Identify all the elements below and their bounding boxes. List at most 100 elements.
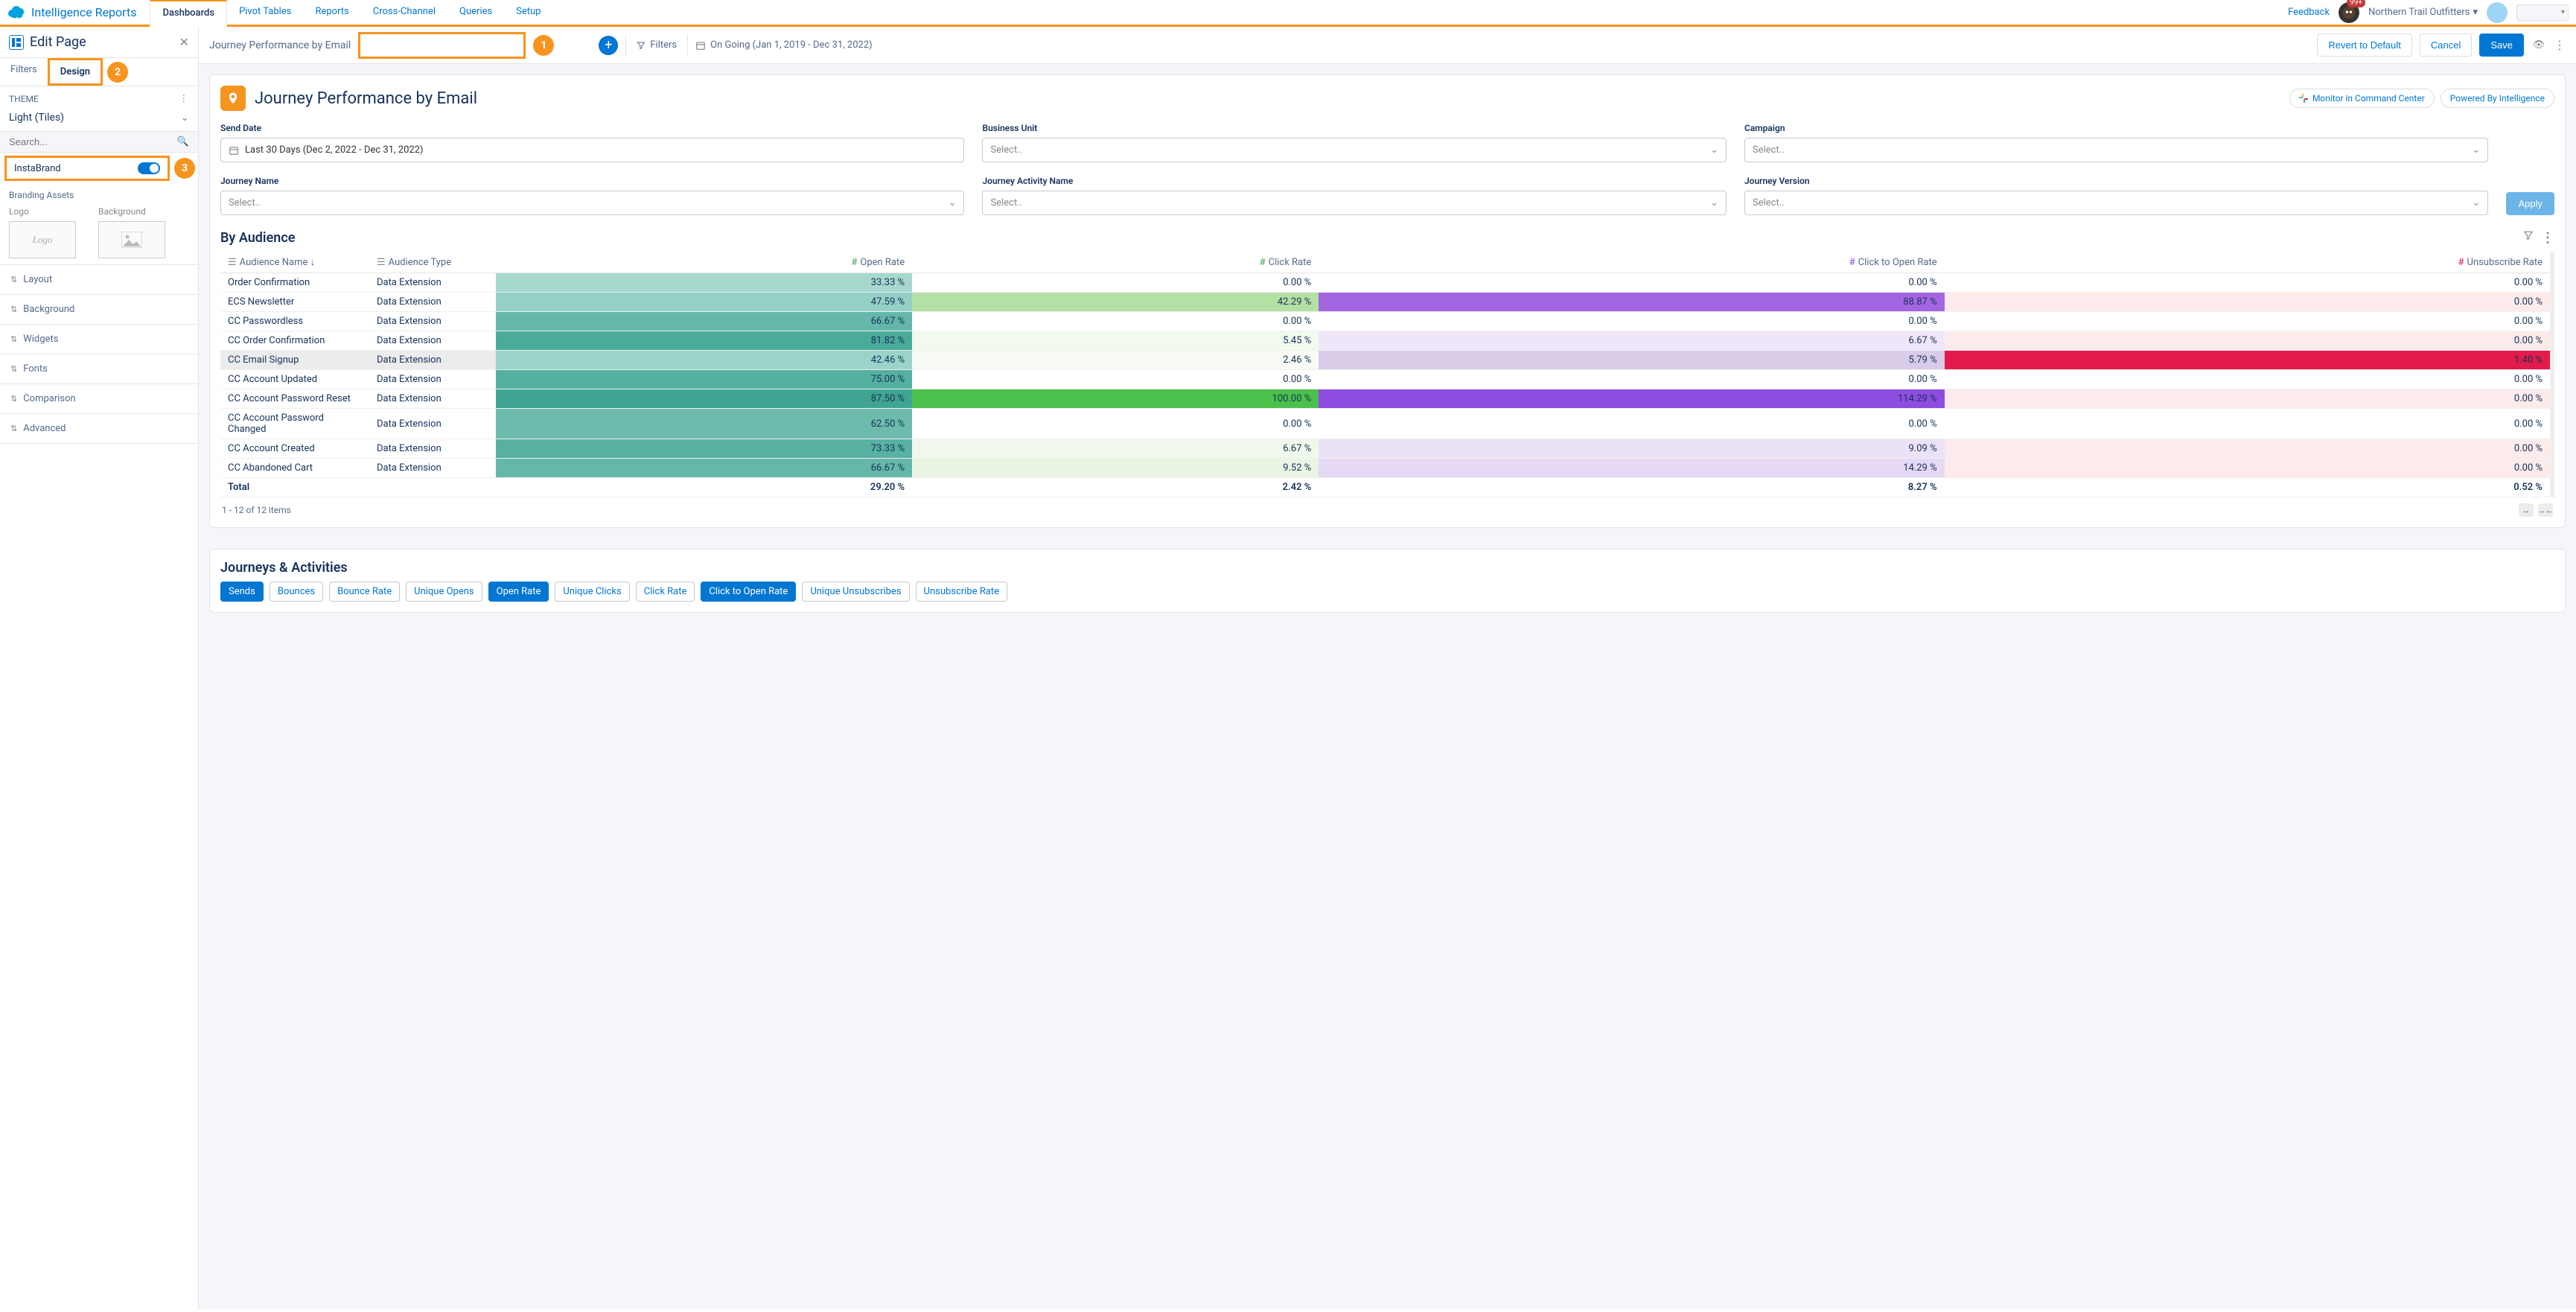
sidebar-tab-design[interactable]: Design bbox=[48, 58, 103, 86]
journey-name-select[interactable]: Select..⌄ bbox=[220, 191, 964, 215]
table-row[interactable]: CC PasswordlessData Extension66.67 %0.00… bbox=[220, 312, 2550, 331]
journey-icon bbox=[220, 86, 246, 111]
date-range-display[interactable]: On Going (Jan 1, 2019 - Dec 31, 2022) bbox=[695, 39, 873, 51]
chip-bounce-rate[interactable]: Bounce Rate bbox=[329, 582, 400, 602]
top-nav: Intelligence Reports Dashboards Pivot Ta… bbox=[0, 0, 2576, 27]
chip-sends[interactable]: Sends bbox=[220, 582, 264, 602]
chevron-updown-icon: ⇅ bbox=[10, 394, 17, 404]
table-scrollbar[interactable] bbox=[2550, 252, 2554, 497]
notification-badge: 99+ bbox=[2347, 0, 2365, 7]
chevron-updown-icon: ⇅ bbox=[10, 334, 17, 344]
page-title-input[interactable] bbox=[358, 32, 526, 59]
table-row[interactable]: CC Account Password ResetData Extension8… bbox=[220, 389, 2550, 409]
nav-tab-dashboards[interactable]: Dashboards bbox=[150, 0, 227, 27]
theme-select[interactable]: Light (Tiles) ⌄ bbox=[0, 109, 198, 131]
table-row[interactable]: CC Order ConfirmationData Extension81.82… bbox=[220, 331, 2550, 351]
business-unit-select[interactable]: Select..⌄ bbox=[982, 138, 1726, 162]
nav-tabs: Dashboards Pivot Tables Reports Cross-Ch… bbox=[150, 0, 2288, 25]
chip-unique-opens[interactable]: Unique Opens bbox=[406, 582, 482, 602]
sidebar-header: Edit Page ✕ bbox=[0, 27, 198, 58]
field-journey-version: Journey Version Select..⌄ bbox=[1744, 176, 2488, 215]
chip-click-to-open-rate[interactable]: Click to Open Rate bbox=[701, 582, 796, 602]
preview-icon[interactable]: 👁 bbox=[2531, 39, 2546, 51]
chip-click-rate[interactable]: Click Rate bbox=[636, 582, 695, 602]
table-row[interactable]: CC Account Password ChangedData Extensio… bbox=[220, 409, 2550, 439]
apply-button[interactable]: Apply bbox=[2506, 192, 2554, 215]
save-button[interactable]: Save bbox=[2479, 34, 2524, 57]
campaign-select[interactable]: Select..⌄ bbox=[1744, 138, 2488, 162]
send-date-input[interactable]: Last 30 Days (Dec 2, 2022 - Dec 31, 2022… bbox=[220, 138, 964, 162]
theme-menu-icon[interactable]: ⋯ bbox=[179, 94, 189, 104]
logo-upload[interactable]: Logo bbox=[9, 221, 76, 258]
filters-button[interactable]: Filters bbox=[634, 39, 680, 51]
chip-open-rate[interactable]: Open Rate bbox=[488, 582, 549, 602]
cancel-button[interactable]: Cancel bbox=[2420, 34, 2472, 57]
table-row[interactable]: Order ConfirmationData Extension33.33 %0… bbox=[220, 273, 2550, 293]
callout-1: 1 bbox=[533, 35, 554, 56]
chip-unsubscribe-rate[interactable]: Unsubscribe Rate bbox=[916, 582, 1008, 602]
table-row[interactable]: CC Account UpdatedData Extension75.00 %0… bbox=[220, 370, 2550, 389]
sidebar-search-input[interactable] bbox=[9, 136, 177, 147]
content: Journey Performance by Email 1 + Filters… bbox=[199, 27, 2576, 1310]
caret-down-icon: ▾ bbox=[2561, 8, 2565, 16]
filter-grid: Send Date Last 30 Days (Dec 2, 2022 - De… bbox=[220, 123, 2554, 215]
user-avatar[interactable] bbox=[2487, 2, 2508, 23]
instabrand-toggle[interactable] bbox=[138, 162, 160, 174]
revert-button[interactable]: Revert to Default bbox=[2317, 34, 2412, 57]
nav-tab-pivot[interactable]: Pivot Tables bbox=[227, 0, 303, 25]
accordion-item-advanced[interactable]: ⇅Advanced bbox=[0, 414, 198, 444]
journeys-card: Journeys & Activities Sends Bounces Bounce… bbox=[209, 549, 2566, 613]
close-sidebar-icon[interactable]: ✕ bbox=[179, 35, 189, 49]
journey-activity-select[interactable]: Select..⌄ bbox=[982, 191, 1726, 215]
org-switcher[interactable]: Northern Trail Outfitters ▾ bbox=[2368, 7, 2478, 18]
accordion-item-widgets[interactable]: ⇅Widgets bbox=[0, 325, 198, 354]
mascot-avatar[interactable]: 99+ bbox=[2339, 2, 2359, 23]
chip-unique-clicks[interactable]: Unique Clicks bbox=[555, 582, 629, 602]
accordion-item-fonts[interactable]: ⇅Fonts bbox=[0, 354, 198, 384]
chevron-down-icon: ⌄ bbox=[949, 197, 957, 208]
table-row[interactable]: CC Account CreatedData Extension73.33 %6… bbox=[220, 439, 2550, 459]
table-total-row: Total 29.20 % 2.42 % 8.27 % 0.52 % bbox=[220, 478, 2550, 497]
chip-bounces[interactable]: Bounces bbox=[270, 582, 323, 602]
powered-pill[interactable]: Powered By Intelligence bbox=[2440, 89, 2554, 108]
accordion-item-comparison[interactable]: ⇅Comparison bbox=[0, 384, 198, 414]
calendar-icon bbox=[229, 145, 239, 156]
search-icon: 🔍 bbox=[177, 136, 189, 147]
chevron-updown-icon: ⇅ bbox=[10, 364, 17, 374]
background-upload[interactable] bbox=[98, 221, 165, 258]
pager-next-icon[interactable]: →← bbox=[2538, 503, 2553, 517]
logo-label: Logo bbox=[9, 206, 76, 217]
filter-icon[interactable] bbox=[2523, 230, 2534, 241]
sort-down-icon[interactable]: ↓ bbox=[310, 257, 316, 268]
audience-menu-icon[interactable]: ⋮ bbox=[2541, 230, 2554, 246]
nav-tab-queries[interactable]: Queries bbox=[447, 0, 504, 25]
journeys-title: Journeys & Activities bbox=[220, 560, 2554, 576]
accordion-item-background[interactable]: ⇅Background bbox=[0, 295, 198, 325]
pager-expand-icon[interactable]: ↔ bbox=[2519, 503, 2534, 517]
number-column-icon: # bbox=[1260, 257, 1266, 268]
monitor-pill[interactable]: Monitor in Command Center bbox=[2289, 89, 2435, 108]
chip-unique-unsubscribes[interactable]: Unique Unsubscribes bbox=[802, 582, 909, 602]
pager-text: 1 - 12 of 12 items bbox=[222, 505, 291, 515]
accordion-item-layout[interactable]: ⇅Layout bbox=[0, 265, 198, 295]
nav-tab-cross[interactable]: Cross-Channel bbox=[361, 0, 447, 25]
nav-tab-reports[interactable]: Reports bbox=[303, 0, 360, 25]
user-menu[interactable]: ▾ bbox=[2516, 4, 2569, 21]
sidebar-tab-filters[interactable]: Filters bbox=[0, 58, 48, 86]
page-title-row: Journey Performance by Email Monitor in … bbox=[220, 86, 2554, 111]
journey-version-select[interactable]: Select..⌄ bbox=[1744, 191, 2488, 215]
table-row[interactable]: CC Email SignupData Extension42.46 %2.46… bbox=[220, 351, 2550, 370]
nav-right: Feedback 99+ Northern Trail Outfitters ▾… bbox=[2288, 2, 2569, 23]
audience-table: ☰Audience Name ↓ ☰Audience Type #Open Ra… bbox=[220, 252, 2550, 497]
table-row[interactable]: CC Abandoned CartData Extension66.67 %9.… bbox=[220, 459, 2550, 478]
toolbar-menu-icon[interactable]: ⋮ bbox=[2554, 38, 2566, 52]
nav-tab-setup[interactable]: Setup bbox=[504, 0, 552, 25]
edit-page-icon bbox=[9, 35, 24, 50]
add-widget-button[interactable]: + bbox=[599, 36, 618, 55]
table-row[interactable]: ECS NewsletterData Extension47.59 %42.29… bbox=[220, 293, 2550, 312]
field-journey-activity: Journey Activity Name Select..⌄ bbox=[982, 176, 1726, 215]
chevron-down-icon: ▾ bbox=[2473, 7, 2478, 18]
branding-assets-label: Branding Assets bbox=[9, 190, 189, 200]
feedback-link[interactable]: Feedback bbox=[2288, 7, 2330, 18]
calendar-icon bbox=[695, 40, 706, 51]
